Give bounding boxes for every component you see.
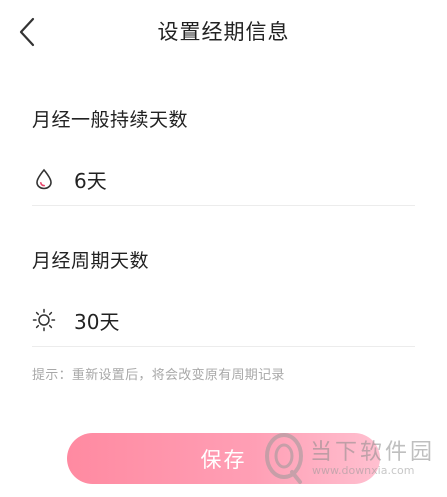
cycle-length-label: 月经周期天数: [32, 250, 150, 272]
watermark-logo-icon: [265, 433, 303, 484]
settings-page: 设置经期信息 月经一般持续天数 6天 月经周期天数 30天 提示：重新设置后，将…: [0, 0, 447, 497]
watermark-url: www.downxia.com: [312, 464, 415, 477]
period-length-label: 月经一般持续天数: [32, 109, 189, 131]
watermark-text: 当下软件园: [310, 440, 436, 465]
page-title: 设置经期信息: [157, 20, 290, 44]
watermark: 当下软件园 www.downxia.com: [262, 430, 442, 490]
period-length-value: 6天: [74, 168, 107, 193]
cycle-length-value: 30天: [74, 309, 120, 334]
drop-icon: [32, 167, 56, 191]
reset-tip-text: 提示：重新设置后，将会改变原有周期记录: [32, 368, 285, 383]
sun-icon: [32, 308, 56, 332]
header: 设置经期信息: [0, 0, 447, 62]
period-length-row[interactable]: 6天: [32, 153, 415, 206]
cycle-length-row[interactable]: 30天: [32, 294, 415, 347]
